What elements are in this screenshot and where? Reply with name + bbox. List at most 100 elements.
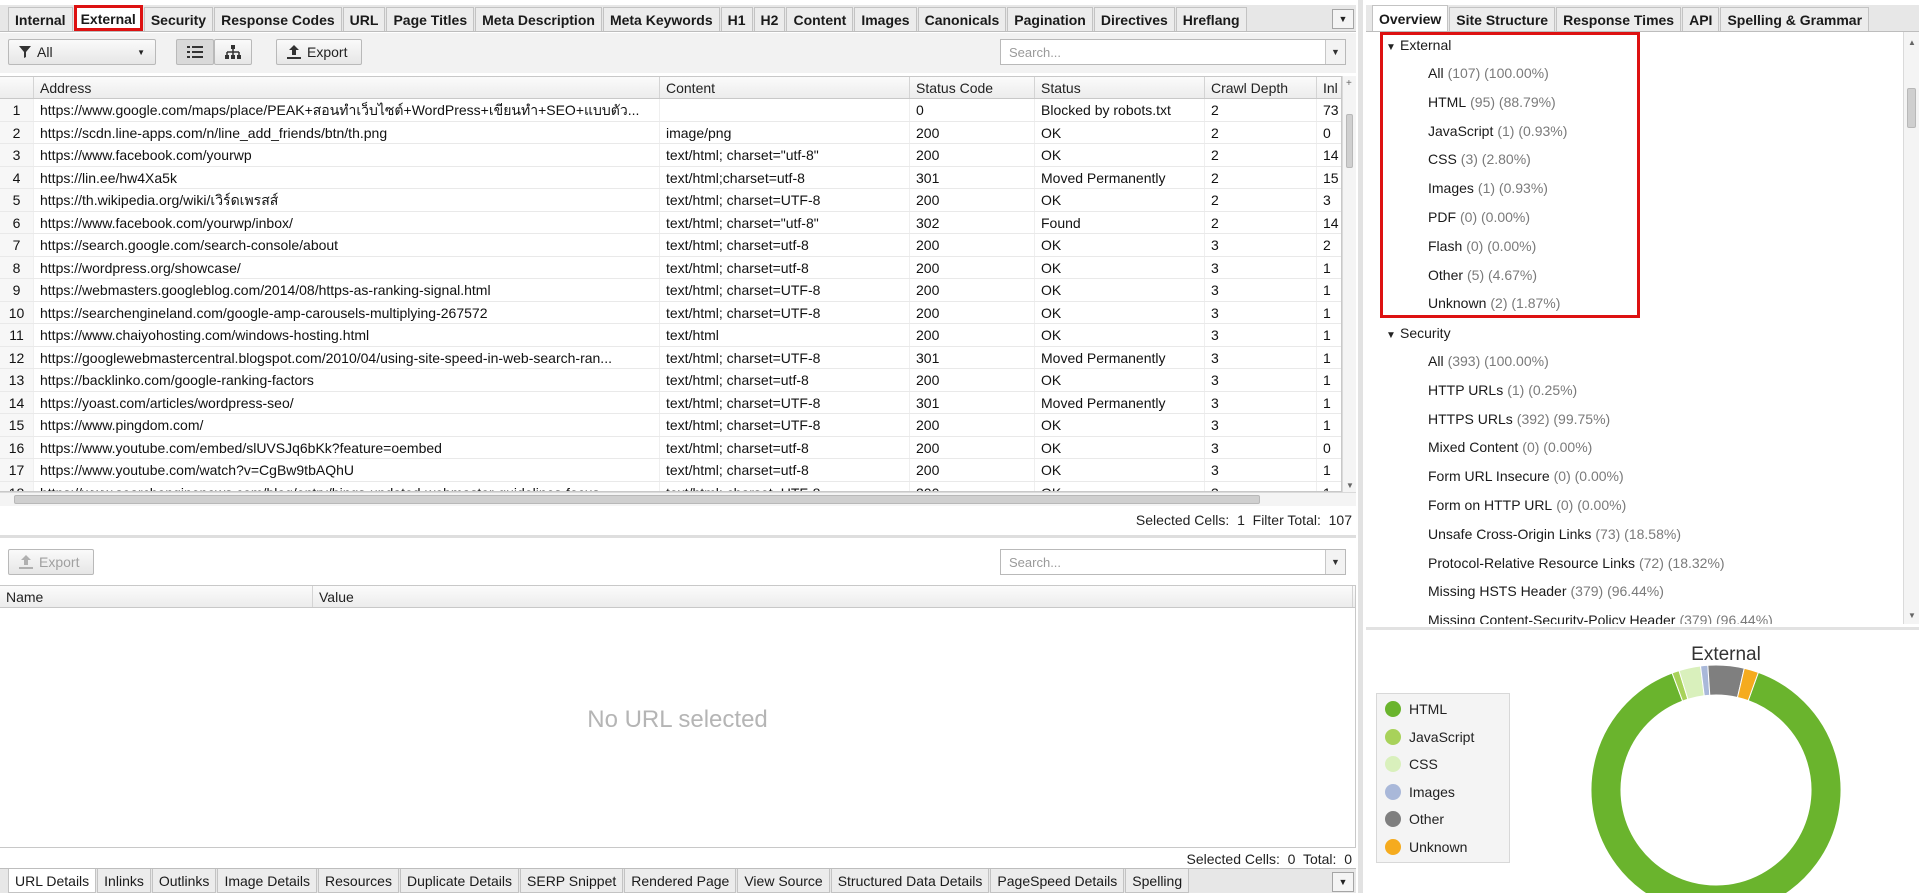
tree-item-security-http-urls[interactable]: HTTP URLs (1) (0.25%) xyxy=(1428,382,1577,398)
column-header-status-code[interactable]: Status Code xyxy=(910,77,1035,98)
table-row[interactable]: 15 https://www.pingdom.com/text/html; cha… xyxy=(0,414,1341,437)
tree-item-external-pdf[interactable]: PDF (0) (0.00%) xyxy=(1428,209,1530,225)
tree-header-external[interactable]: ▼ External xyxy=(1386,37,1451,53)
bottom-tab-duplicate-details[interactable]: Duplicate Details xyxy=(399,869,520,893)
table-row[interactable]: 13 https://backlinko.com/google-ranking-f… xyxy=(0,369,1341,392)
table-row[interactable]: 10 https://searchengineland.com/google-am… xyxy=(0,301,1341,324)
table-row[interactable]: 16 https://www.youtube.com/embed/slUVSJq6… xyxy=(0,436,1341,459)
tree-item-external-unknown[interactable]: Unknown (2) (1.87%) xyxy=(1428,295,1560,311)
overview-vertical-scroll-thumb[interactable] xyxy=(1907,88,1916,128)
tree-item-security-protocol-relative-resource-links[interactable]: Protocol-Relative Resource Links (72) (18… xyxy=(1428,555,1725,571)
main-table-horizontal-scrollbar[interactable] xyxy=(0,492,1356,506)
tree-item-external-css[interactable]: CSS (3) (2.80%) xyxy=(1428,151,1531,167)
tab-page-titles[interactable]: Page Titles xyxy=(386,7,475,31)
main-table-vertical-scrollbar[interactable]: + ▼ xyxy=(1342,76,1356,492)
filter-dropdown[interactable]: All ▼ xyxy=(8,39,156,65)
detail-export-button[interactable]: Export xyxy=(8,549,94,575)
column-header-address[interactable]: Address xyxy=(34,77,660,98)
tab-hreflang[interactable]: Hreflang xyxy=(1175,7,1247,31)
tab-overflow-dropdown-icon[interactable]: ▼ xyxy=(1332,9,1354,29)
search-input[interactable]: Search... ▼ xyxy=(1000,39,1346,65)
tree-item-security-form-on-http-url[interactable]: Form on HTTP URL (0) (0.00%) xyxy=(1428,497,1626,513)
column-header-content[interactable]: Content xyxy=(660,77,910,98)
tab-canonicals[interactable]: Canonicals xyxy=(917,7,1007,31)
bottom-tab-pagespeed-details[interactable]: PageSpeed Details xyxy=(990,869,1125,893)
right-tab-api[interactable]: API xyxy=(1682,7,1720,31)
detail-search-dropdown-icon[interactable]: ▼ xyxy=(1325,550,1345,574)
tree-item-external-flash[interactable]: Flash (0) (0.00%) xyxy=(1428,238,1536,254)
tab-external[interactable]: External xyxy=(73,5,143,31)
list-view-button[interactable] xyxy=(176,39,214,65)
bottom-tab-outlinks[interactable]: Outlinks xyxy=(151,869,217,893)
tree-item-external-images[interactable]: Images (1) (0.93%) xyxy=(1428,180,1548,196)
tab-images[interactable]: Images xyxy=(854,7,917,31)
tree-item-security-https-urls[interactable]: HTTPS URLs (392) (99.75%) xyxy=(1428,411,1610,427)
tab-internal[interactable]: Internal xyxy=(8,7,73,31)
scroll-down-icon[interactable]: ▼ xyxy=(1346,481,1354,490)
vertical-splitter[interactable] xyxy=(1358,0,1363,893)
tree-item-external-other[interactable]: Other (5) (4.67%) xyxy=(1428,267,1537,283)
overview-vertical-scrollbar[interactable]: ▲ ▼ xyxy=(1903,32,1919,624)
table-row[interactable]: 11 https://www.chaiyohosting.com/windows-… xyxy=(0,324,1341,347)
table-row[interactable]: 1 https://www.google.com/maps/place/PEAK+… xyxy=(0,99,1341,122)
column-header-crawl-depth[interactable]: Crawl Depth xyxy=(1205,77,1317,98)
bottom-tab-serp-snippet[interactable]: SERP Snippet xyxy=(520,869,624,893)
right-tab-site-structure[interactable]: Site Structure xyxy=(1449,7,1556,31)
bottom-tab-overflow-dropdown-icon[interactable]: ▼ xyxy=(1332,872,1354,892)
column-header-status[interactable]: Status xyxy=(1035,77,1205,98)
right-tab-response-times[interactable]: Response Times xyxy=(1556,7,1682,31)
tab-url[interactable]: URL xyxy=(342,7,386,31)
panel-splitter[interactable] xyxy=(0,535,1356,538)
table-row[interactable]: 5 https://th.wikipedia.org/wiki/เวิร์ดเพร… xyxy=(0,189,1341,212)
expand-caret-icon[interactable]: ▼ xyxy=(1386,330,1400,341)
bottom-tab-rendered-page[interactable]: Rendered Page xyxy=(624,869,737,893)
bottom-tab-image-details[interactable]: Image Details xyxy=(217,869,318,893)
table-row[interactable]: 9 https://webmasters.googleblog.com/2014/… xyxy=(0,279,1341,302)
table-row[interactable]: 8 https://wordpress.org/showcase/text/htm… xyxy=(0,256,1341,279)
right-tab-spelling-grammar[interactable]: Spelling & Grammar xyxy=(1720,7,1870,31)
tab-meta-keywords[interactable]: Meta Keywords xyxy=(602,7,720,31)
detail-search-input[interactable]: Search... ▼ xyxy=(1000,549,1346,575)
search-options-dropdown-icon[interactable]: ▼ xyxy=(1325,40,1345,64)
table-row[interactable]: 14 https://yoast.com/articles/wordpress-s… xyxy=(0,391,1341,414)
scroll-down-icon[interactable]: ▼ xyxy=(1908,611,1916,620)
tree-item-security-missing-content-security-policy-header[interactable]: Missing Content-Security-Policy Header (3… xyxy=(1428,612,1773,624)
tree-item-security-missing-hsts-header[interactable]: Missing HSTS Header (379) (96.44%) xyxy=(1428,583,1664,599)
bottom-tab-inlinks[interactable]: Inlinks xyxy=(97,869,151,893)
tab-content[interactable]: Content xyxy=(786,7,854,31)
tab-h1[interactable]: H1 xyxy=(720,7,753,31)
bottom-tab-structured-data-details[interactable]: Structured Data Details xyxy=(830,869,990,893)
tree-item-security-unsafe-cross-origin-links[interactable]: Unsafe Cross-Origin Links (73) (18.58%) xyxy=(1428,526,1681,542)
scroll-up-icon[interactable]: ▲ xyxy=(1908,38,1916,47)
table-row[interactable]: 4 https://lin.ee/hw4Xa5k text/html;charset… xyxy=(0,166,1341,189)
tab-pagination[interactable]: Pagination xyxy=(1007,7,1093,31)
table-row[interactable]: 12 https://googlewebmastercentral.blogspo… xyxy=(0,346,1341,369)
tree-view-button[interactable] xyxy=(214,39,252,65)
table-row[interactable]: 7 https://search.google.com/search-consol… xyxy=(0,234,1341,257)
tab-response-codes[interactable]: Response Codes xyxy=(214,7,342,31)
tree-header-security[interactable]: ▼ Security xyxy=(1386,325,1451,341)
tree-item-security-all[interactable]: All (393) (100.00%) xyxy=(1428,353,1549,369)
bottom-tab-resources[interactable]: Resources xyxy=(318,869,399,893)
tree-item-security-form-url-insecure[interactable]: Form URL Insecure (0) (0.00%) xyxy=(1428,468,1624,484)
tab-meta-description[interactable]: Meta Description xyxy=(475,7,602,31)
detail-column-value[interactable]: Value xyxy=(313,586,1353,607)
table-row[interactable]: 18https://www.searchenginenews.com/blog/… xyxy=(0,481,1341,491)
tab-directives[interactable]: Directives xyxy=(1093,7,1175,31)
donut-slice-html[interactable] xyxy=(1590,671,1842,893)
bottom-tab-url-details[interactable]: URL Details xyxy=(8,869,97,893)
bottom-tab-view-source[interactable]: View Source xyxy=(737,869,830,893)
expand-caret-icon[interactable]: ▼ xyxy=(1386,42,1400,53)
right-tab-overview[interactable]: Overview xyxy=(1372,5,1449,31)
column-header-inl[interactable]: Inl xyxy=(1317,77,1341,98)
export-button[interactable]: Export xyxy=(276,39,362,65)
main-table-vertical-scroll-thumb[interactable] xyxy=(1346,114,1353,168)
tree-item-external-html[interactable]: HTML (95) (88.79%) xyxy=(1428,94,1556,110)
table-row[interactable]: 2 https://scdn.line-apps.com/n/line_add_f… xyxy=(0,121,1341,144)
tab-h2[interactable]: H2 xyxy=(753,7,786,31)
tab-security[interactable]: Security xyxy=(143,7,214,31)
tree-item-security-mixed-content[interactable]: Mixed Content (0) (0.00%) xyxy=(1428,439,1592,455)
tree-item-external-javascript[interactable]: JavaScript (1) (0.93%) xyxy=(1428,123,1567,139)
tree-item-external-all[interactable]: All (107) (100.00%) xyxy=(1428,65,1549,81)
bottom-tab-spelling[interactable]: Spelling xyxy=(1125,869,1190,893)
